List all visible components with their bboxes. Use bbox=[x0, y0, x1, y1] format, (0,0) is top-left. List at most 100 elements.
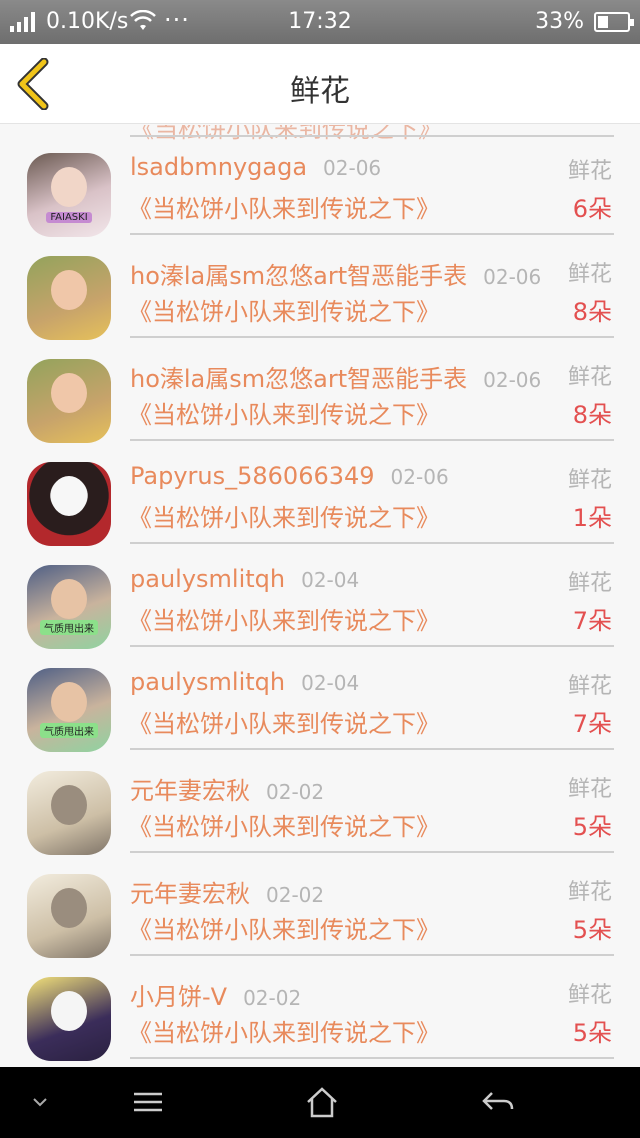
battery-percent: 33% bbox=[535, 9, 584, 34]
flower-count: 8朵 bbox=[572, 401, 612, 429]
avatar[interactable]: 气质甩出来 bbox=[27, 565, 111, 649]
list-item[interactable]: 小月饼-V 02-02 鲜花 《当松饼小队来到传说之下》 5朵 bbox=[0, 961, 640, 1063]
flower-count: 7朵 bbox=[572, 607, 612, 635]
home-icon[interactable] bbox=[302, 1085, 342, 1119]
gift-kind: 鲜花 bbox=[567, 983, 612, 1008]
gift-kind: 鲜花 bbox=[567, 571, 612, 596]
divider bbox=[130, 645, 614, 647]
user-name[interactable]: ho溱la属sm忽悠art智恶能手表 02-06 bbox=[130, 359, 541, 394]
user-name[interactable]: 小月饼-V 02-02 bbox=[130, 977, 301, 1012]
list-item[interactable]: FAIASKI lsadbmnygaga 02-06 鲜花 《当松饼小队来到传说之… bbox=[0, 137, 640, 239]
user-name-text[interactable]: 元年妻宏秋 bbox=[130, 777, 250, 805]
gift-date: 02-04 bbox=[301, 568, 360, 592]
work-title[interactable]: 《当松饼小队来到传说之下》 bbox=[128, 704, 440, 739]
user-name[interactable]: ho溱la属sm忽悠art智恶能手表 02-06 bbox=[130, 256, 541, 291]
flower-count: 5朵 bbox=[572, 813, 612, 841]
divider bbox=[130, 233, 614, 235]
user-name[interactable]: 元年妻宏秋 02-02 bbox=[130, 771, 324, 806]
avatar-face bbox=[51, 270, 87, 310]
list-item[interactable]: ho溱la属sm忽悠art智恶能手表 02-06 鲜花 《当松饼小队来到传说之下》… bbox=[0, 343, 640, 445]
avatar-tag: 气质甩出来 bbox=[40, 723, 98, 738]
back-arrow-icon[interactable] bbox=[478, 1085, 518, 1119]
battery-icon bbox=[594, 12, 634, 32]
page-title: 鲜花 bbox=[290, 74, 350, 109]
user-name-text[interactable]: paulysmlitqh bbox=[130, 565, 285, 593]
work-title[interactable]: 《当松饼小队来到传说之下》 bbox=[128, 1013, 440, 1048]
divider bbox=[130, 1057, 614, 1059]
user-name[interactable]: lsadbmnygaga 02-06 bbox=[130, 153, 381, 181]
work-title[interactable]: 《当松饼小队来到传说之下》 bbox=[128, 395, 440, 430]
divider bbox=[130, 439, 614, 441]
user-name-text[interactable]: ho溱la属sm忽悠art智恶能手表 bbox=[130, 262, 467, 290]
gift-kind: 鲜花 bbox=[567, 674, 612, 699]
avatar[interactable] bbox=[27, 462, 111, 546]
avatar-face bbox=[51, 167, 87, 207]
user-name[interactable]: paulysmlitqh 02-04 bbox=[130, 565, 359, 593]
user-name[interactable]: paulysmlitqh 02-04 bbox=[130, 668, 359, 696]
gift-date: 02-02 bbox=[266, 780, 325, 804]
chevron-down-icon[interactable] bbox=[20, 1085, 60, 1119]
avatar-face bbox=[51, 579, 87, 619]
avatar[interactable]: 气质甩出来 bbox=[27, 668, 111, 752]
flower-list: 《当松饼小队来到传说之下》 FAIASKI lsadbmnygaga 02-06 … bbox=[0, 125, 640, 1067]
gift-date: 02-02 bbox=[243, 986, 302, 1010]
flower-count: 7朵 bbox=[572, 710, 612, 738]
gift-date: 02-06 bbox=[483, 368, 542, 392]
list-item[interactable]: Papyrus_586066349 02-06 鲜花 《当松饼小队来到传说之下》 … bbox=[0, 446, 640, 548]
work-title[interactable]: 《当松饼小队来到传说之下》 bbox=[128, 292, 440, 327]
system-nav-bar bbox=[0, 1067, 640, 1138]
flower-count: 8朵 bbox=[572, 298, 612, 326]
avatar-face bbox=[51, 682, 87, 722]
avatar[interactable] bbox=[27, 359, 111, 443]
list-item[interactable]: 《当松饼小队来到传说之下》 bbox=[0, 125, 640, 143]
flower-count: 5朵 bbox=[572, 1019, 612, 1047]
user-name-text[interactable]: ho溱la属sm忽悠art智恶能手表 bbox=[130, 365, 467, 393]
gift-date: 02-06 bbox=[483, 265, 542, 289]
avatar-face bbox=[51, 476, 87, 516]
user-name[interactable]: Papyrus_586066349 02-06 bbox=[130, 462, 449, 490]
user-name-text[interactable]: Papyrus_586066349 bbox=[130, 462, 375, 490]
user-name[interactable]: 元年妻宏秋 02-02 bbox=[130, 874, 324, 909]
user-name-text[interactable]: lsadbmnygaga bbox=[130, 153, 307, 181]
gift-kind: 鲜花 bbox=[567, 159, 612, 184]
header: 鲜花 bbox=[0, 44, 640, 124]
avatar[interactable]: FAIASKI bbox=[27, 153, 111, 237]
user-name-text[interactable]: 元年妻宏秋 bbox=[130, 880, 250, 908]
status-bar: 0.10K/s ··· 17:32 33% bbox=[0, 0, 640, 44]
list-item[interactable]: 元年妻宏秋 02-02 鲜花 《当松饼小队来到传说之下》 5朵 bbox=[0, 858, 640, 960]
work-title[interactable]: 《当松饼小队来到传说之下》 bbox=[128, 910, 440, 945]
gift-kind: 鲜花 bbox=[567, 468, 612, 493]
menu-icon[interactable] bbox=[128, 1085, 168, 1119]
gift-date: 02-02 bbox=[266, 883, 325, 907]
avatar[interactable] bbox=[27, 874, 111, 958]
work-title[interactable]: 《当松饼小队来到传说之下》 bbox=[128, 601, 440, 636]
work-title[interactable]: 《当松饼小队来到传说之下》 bbox=[128, 498, 440, 533]
gift-kind: 鲜花 bbox=[567, 365, 612, 390]
work-title[interactable]: 《当松饼小队来到传说之下》 bbox=[128, 807, 440, 842]
list-item[interactable]: 气质甩出来 paulysmlitqh 02-04 鲜花 《当松饼小队来到传说之下》… bbox=[0, 652, 640, 754]
user-name-text[interactable]: 小月饼-V bbox=[130, 983, 227, 1011]
list-item[interactable]: ho溱la属sm忽悠art智恶能手表 02-06 鲜花 《当松饼小队来到传说之下》… bbox=[0, 240, 640, 342]
gift-kind: 鲜花 bbox=[567, 262, 612, 287]
gift-date: 02-04 bbox=[301, 671, 360, 695]
gift-date: 02-06 bbox=[323, 156, 382, 180]
divider bbox=[130, 336, 614, 338]
list-item[interactable]: 气质甩出来 paulysmlitqh 02-04 鲜花 《当松饼小队来到传说之下》… bbox=[0, 549, 640, 651]
avatar-face bbox=[51, 785, 87, 825]
flower-count: 5朵 bbox=[572, 916, 612, 944]
avatar[interactable] bbox=[27, 256, 111, 340]
user-name-text[interactable]: paulysmlitqh bbox=[130, 668, 285, 696]
divider bbox=[130, 748, 614, 750]
gift-kind: 鲜花 bbox=[567, 880, 612, 905]
gift-date: 02-06 bbox=[390, 465, 449, 489]
divider bbox=[130, 851, 614, 853]
avatar-face bbox=[51, 888, 87, 928]
work-title[interactable]: 《当松饼小队来到传说之下》 bbox=[128, 189, 440, 224]
divider bbox=[130, 954, 614, 956]
list-item[interactable]: 元年妻宏秋 02-02 鲜花 《当松饼小队来到传说之下》 5朵 bbox=[0, 755, 640, 857]
avatar-tag: FAIASKI bbox=[46, 212, 92, 223]
avatar-face bbox=[51, 373, 87, 413]
avatar[interactable] bbox=[27, 977, 111, 1061]
avatar[interactable] bbox=[27, 771, 111, 855]
avatar-face bbox=[51, 991, 87, 1031]
